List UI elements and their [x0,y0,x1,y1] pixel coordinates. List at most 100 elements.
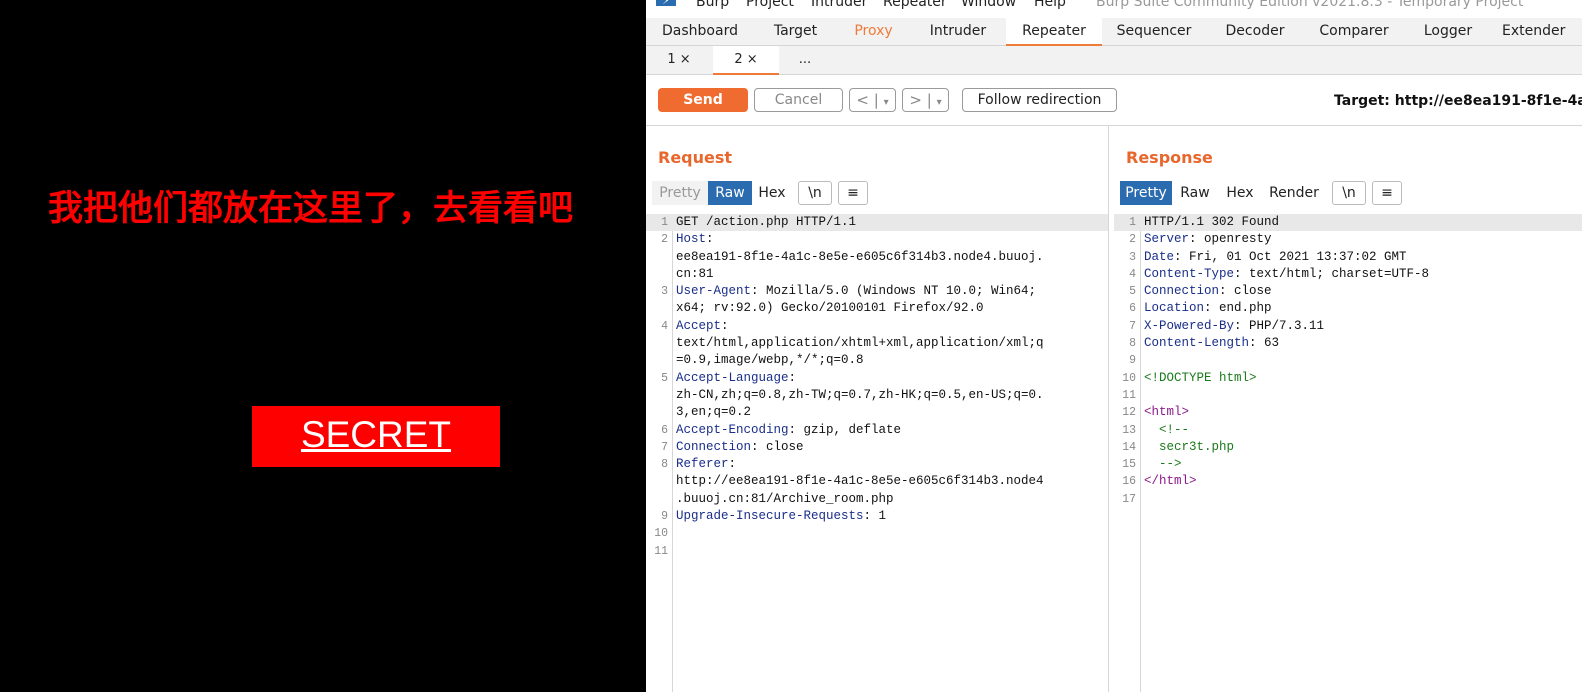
response-menu-icon[interactable]: ≡ [1372,181,1402,205]
request-header-name: Host [676,232,707,247]
forward-dropdown-icon: ▾ [936,97,942,108]
tab-target[interactable]: Target [754,18,837,45]
request-tab-pretty[interactable]: Pretty [652,181,708,205]
request-tab-hex[interactable]: Hex [752,181,792,205]
request-line-number: 8 [661,458,668,472]
response-line-number: 16 [1122,475,1136,489]
request-header-value: : [721,318,729,333]
cancel-button[interactable]: Cancel [754,88,843,112]
menu-project[interactable]: Project [746,0,794,10]
request-line: 11 [646,543,1108,560]
request-line: 10 [646,525,1108,542]
request-line-number: 11 [654,544,668,558]
repeater-tab-more[interactable]: ... [780,46,830,74]
response-header-name: Connection [1144,284,1220,299]
response-tab-render[interactable]: Render [1262,181,1326,205]
request-tab-raw[interactable]: Raw [708,181,752,205]
target-label[interactable]: Target: http://ee8ea191-8f1e-4a1c [1334,93,1582,109]
menu-repeater[interactable]: Repeater [883,0,947,10]
request-line-text: User-Agent: Mozilla/5.0 (Windows NT 10.0… [676,283,1036,300]
tab-sequencer[interactable]: Sequencer [1102,18,1206,45]
request-line-text: Connection: close [676,439,804,456]
response-newline-toggle[interactable]: \n [1332,181,1366,205]
response-header-name: Server [1144,232,1190,247]
repeater-tab-1[interactable]: 1 × [646,46,712,74]
request-line-text: 3,en;q=0.2 [676,404,751,421]
response-line-number: 13 [1122,423,1136,437]
title-bar: ⚡ Burp Project Intruder Repeater Window … [646,0,1582,18]
response-line: 11 [1114,387,1582,404]
response-header-value: </html> [1144,474,1197,489]
request-line: 8 Referer: [646,456,1108,473]
forward-button[interactable]: > | ▾ [902,88,949,112]
response-tab-pretty[interactable]: Pretty [1120,181,1172,205]
request-header-value: zh-CN,zh;q=0.8,zh-TW;q=0.7,zh-HK;q=0.5,e… [676,387,1044,402]
repeater-toolbar: Send Cancel < | ▾ > | ▾ Follow redirecti… [646,75,1582,126]
menu-intruder[interactable]: Intruder [811,0,867,10]
response-line-text: Content-Type: text/html; charset=UTF-8 [1144,266,1429,283]
response-line-number: 15 [1122,458,1136,472]
tab-extender[interactable]: Extender [1492,18,1582,45]
request-header-name: Accept [676,318,722,333]
response-header-value: : end.php [1204,301,1272,316]
tab-decoder[interactable]: Decoder [1206,18,1304,45]
response-line: 12 <html> [1114,404,1582,421]
response-header-value: : openresty [1189,232,1272,247]
response-line-number: 11 [1122,388,1136,402]
response-line: 6 Location: end.php [1114,300,1582,317]
request-header-value: http://ee8ea191-8f1e-4a1c-8e5e-e605c6f31… [676,474,1044,489]
tab-logger[interactable]: Logger [1404,18,1492,45]
request-header-value: : gzip, deflate [788,422,902,437]
response-line-number: 12 [1122,406,1136,420]
response-editor[interactable]: 1 HTTP/1.1 302 Found 2 Server: openresty 3 Da… [1114,214,1582,692]
response-line: 1 HTTP/1.1 302 Found [1114,214,1582,232]
forward-arrow-icon: > [909,91,922,109]
menu-window[interactable]: Window [961,0,1016,10]
response-line-number: 7 [1129,319,1136,333]
request-header-value: : Mozilla/5.0 (Windows NT 10.0; Win64; [751,284,1037,299]
send-button[interactable]: Send [658,88,748,112]
request-line-number: 5 [661,371,668,385]
response-line-number: 8 [1129,337,1136,351]
tab-intruder[interactable]: Intruder [910,18,1006,45]
repeater-tab-2[interactable]: 2 × [713,46,779,75]
request-header-name: User-Agent [676,284,752,299]
request-header-value: : [728,457,737,472]
response-line-number: 1 [1129,216,1136,229]
response-line-number: 4 [1129,267,1136,281]
secret-link[interactable]: SECRET [252,406,500,467]
response-line-text: </html> [1144,473,1197,490]
request-line: 6 Accept-Encoding: gzip, deflate [646,422,1108,439]
back-button[interactable]: < | ▾ [849,88,896,112]
request-line: 3,en;q=0.2 [646,404,1108,421]
menu-help[interactable]: Help [1034,0,1066,10]
response-header-value: --> [1144,457,1182,472]
response-header-name: X-Powered-By [1144,318,1235,333]
follow-redirection-button[interactable]: Follow redirection [962,88,1117,112]
tab-dashboard[interactable]: Dashboard [646,18,754,45]
request-line: 9 Upgrade-Insecure-Requests: 1 [646,508,1108,525]
response-line-text: Server: openresty [1144,231,1272,248]
request-editor[interactable]: 1 GET /action.php HTTP/1.1 2 Host: ee8ea191-… [646,214,1108,692]
burp-logo-icon: ⚡ [656,0,676,7]
response-line-number: 9 [1129,354,1136,368]
tab-proxy[interactable]: Proxy [837,18,910,45]
request-header-value: =0.9,image/webp,*/*;q=0.8 [676,353,864,368]
request-header-value: : 1 [863,509,887,524]
response-line-number: 6 [1129,302,1136,316]
response-tab-hex[interactable]: Hex [1218,181,1262,205]
tab-repeater[interactable]: Repeater [1006,18,1102,46]
response-tab-raw[interactable]: Raw [1172,181,1218,205]
menu-burp[interactable]: Burp [696,0,729,10]
web-page: 我把他们都放在这里了，去看看吧 SECRET [0,0,646,692]
request-line-text: http://ee8ea191-8f1e-4a1c-8e5e-e605c6f31… [676,473,1044,490]
response-header-name: Date [1144,249,1175,264]
tab-comparer[interactable]: Comparer [1304,18,1404,45]
request-header-name: Referer [676,457,729,472]
request-line-text: text/html,application/xhtml+xml,applicat… [676,335,1044,352]
response-line: 8 Content-Length: 63 [1114,335,1582,352]
request-menu-icon[interactable]: ≡ [838,181,868,205]
response-header-value: : Fri, 01 Oct 2021 13:37:02 GMT [1174,249,1407,264]
response-header-value: secr3t.php [1144,439,1235,454]
request-newline-toggle[interactable]: \n [798,181,832,205]
